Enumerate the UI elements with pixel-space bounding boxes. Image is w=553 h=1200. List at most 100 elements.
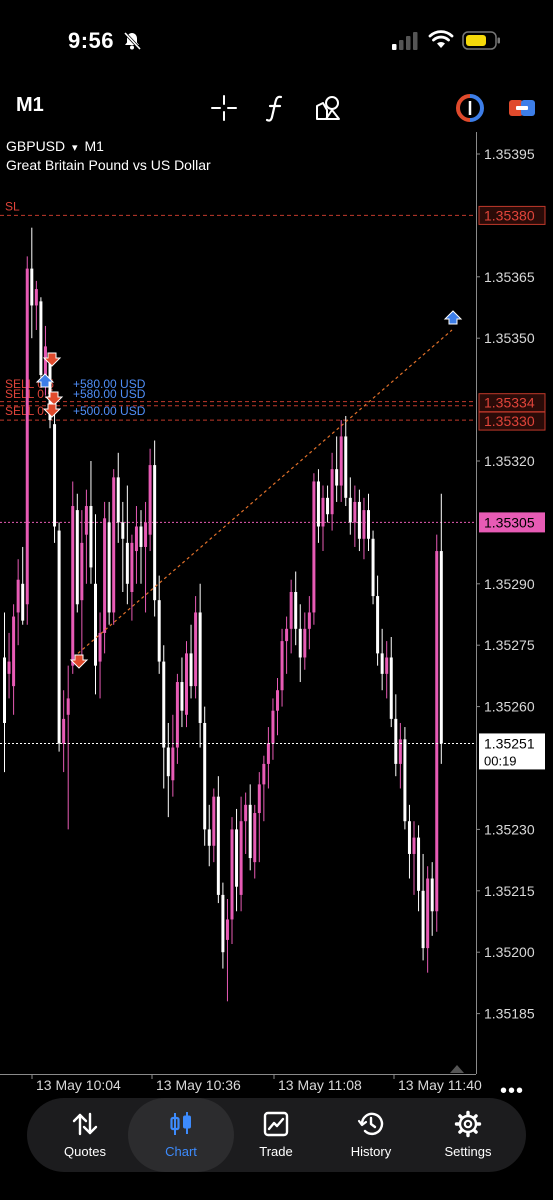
candle-body <box>203 722 207 830</box>
candle-body <box>289 591 293 629</box>
candle-body <box>157 600 161 662</box>
candle-body <box>34 289 38 306</box>
candle-body <box>66 698 70 715</box>
candle-body <box>189 653 193 687</box>
candle-body <box>212 796 216 846</box>
indicators-icon[interactable] <box>258 90 294 126</box>
tab-label: Settings <box>444 1144 492 1159</box>
tab-settings[interactable]: Settings <box>420 1098 516 1172</box>
candle-body <box>389 657 393 719</box>
candle-body <box>180 682 184 711</box>
candle-body <box>30 268 34 306</box>
price-tick-label: 1.35200 <box>484 944 535 960</box>
price-tick-label: 1.35290 <box>484 576 535 592</box>
price-tick-label: 1.35185 <box>484 1006 535 1022</box>
tab-chart[interactable]: Chart <box>128 1098 234 1172</box>
candle-body <box>330 469 334 515</box>
candle-body <box>407 821 411 854</box>
candle-body <box>362 510 366 539</box>
candle-body <box>185 653 188 715</box>
candle-body <box>107 522 111 613</box>
price-tick-label: 1.35350 <box>484 330 535 346</box>
candle-body <box>75 510 79 605</box>
candle-body <box>225 919 229 940</box>
candle-body <box>171 747 175 781</box>
candlestick-chart[interactable]: 1.35395 1.35365 1.35350 1.35320 1.35290 1.352… <box>0 132 553 1097</box>
candle-body <box>148 465 152 535</box>
order-price-label: 1.35330 <box>484 413 535 429</box>
candle-body <box>116 477 120 523</box>
candle-body <box>7 661 11 674</box>
candle-body <box>239 821 243 895</box>
candle-body <box>394 718 398 764</box>
candle-body <box>12 616 16 687</box>
candle-body <box>307 612 311 629</box>
price-tick-label: 1.35395 <box>484 146 535 162</box>
one-click-trading-icon[interactable] <box>452 90 488 126</box>
candle-body <box>235 829 239 887</box>
candle-body <box>403 739 407 822</box>
candle-body <box>435 551 439 912</box>
candle-body <box>53 424 57 527</box>
candle-body <box>339 436 343 486</box>
tab-trade[interactable]: Trade <box>228 1098 324 1172</box>
candle-body <box>276 690 279 711</box>
order-price-label: 1.35334 <box>484 395 535 411</box>
candle-body <box>221 894 225 953</box>
candle-body <box>153 465 157 601</box>
candle-body <box>326 497 330 515</box>
candle-body <box>316 481 320 527</box>
price-tick-label: 1.35275 <box>484 637 535 653</box>
candle-body <box>321 497 325 527</box>
candle-body <box>134 526 138 552</box>
candle-body <box>417 837 421 891</box>
candle-body <box>285 628 289 642</box>
bar-countdown-label: 00:19 <box>484 753 517 768</box>
candle-body <box>162 661 166 748</box>
sl-price-label: 1.35380 <box>484 207 535 223</box>
candle-body <box>39 301 43 376</box>
symbol-description: Great Britain Pound vs US Dollar <box>6 157 211 173</box>
symbol-name: GBPUSD <box>6 138 66 154</box>
candle-body <box>207 829 211 846</box>
candle-body <box>98 632 102 662</box>
bell-slash-icon <box>123 31 142 51</box>
order-profit-label: +500.00 USD <box>73 404 146 418</box>
tab-label: History <box>350 1144 392 1159</box>
tab-label: Trade <box>259 1144 293 1159</box>
time-tick-label: 13 May 10:36 <box>156 1077 241 1093</box>
pair-switch-icon[interactable] <box>504 90 540 126</box>
candle-body <box>335 469 339 486</box>
chart-toolbar: M1 <box>0 84 553 132</box>
scroll-marker-icon <box>450 1065 464 1073</box>
symbol-dropdown-icon: ▾ <box>72 142 78 154</box>
price-tick-label: 1.35230 <box>484 821 535 837</box>
objects-icon[interactable] <box>310 90 346 126</box>
gear-icon <box>454 1110 482 1138</box>
candlestick-icon <box>170 1112 191 1135</box>
order-profit-label: +580.00 USD <box>73 387 146 401</box>
candle-body <box>244 804 248 822</box>
candle-body <box>344 436 348 498</box>
candle-body <box>353 501 357 523</box>
quotes-arrows-icon <box>72 1112 98 1136</box>
bid-price-label: 1.35251 <box>484 735 535 751</box>
bottom-nav: Quotes Chart Trade History Settings <box>27 1098 526 1172</box>
timeframe-button[interactable]: M1 <box>16 94 44 117</box>
candle-body <box>84 506 88 535</box>
candle-body <box>166 747 170 777</box>
crosshair-icon[interactable] <box>206 90 242 126</box>
tab-quotes[interactable]: Quotes <box>37 1098 133 1172</box>
price-chart[interactable]: 1.35395 1.35365 1.35350 1.35320 1.35290 1.352… <box>0 132 553 1102</box>
chart-symbol[interactable]: GBPUSD ▾ M1 <box>6 138 104 154</box>
tab-history[interactable]: History <box>323 1098 419 1172</box>
candle-body <box>367 510 370 539</box>
candle-body <box>412 837 416 854</box>
candle-body <box>253 813 257 863</box>
price-tick-label: 1.35260 <box>484 699 535 715</box>
candle-body <box>71 506 75 666</box>
cellular-signal-icon <box>392 32 418 50</box>
candle-body <box>125 542 129 584</box>
trade-chart-icon <box>263 1111 289 1137</box>
candle-body <box>376 596 380 654</box>
